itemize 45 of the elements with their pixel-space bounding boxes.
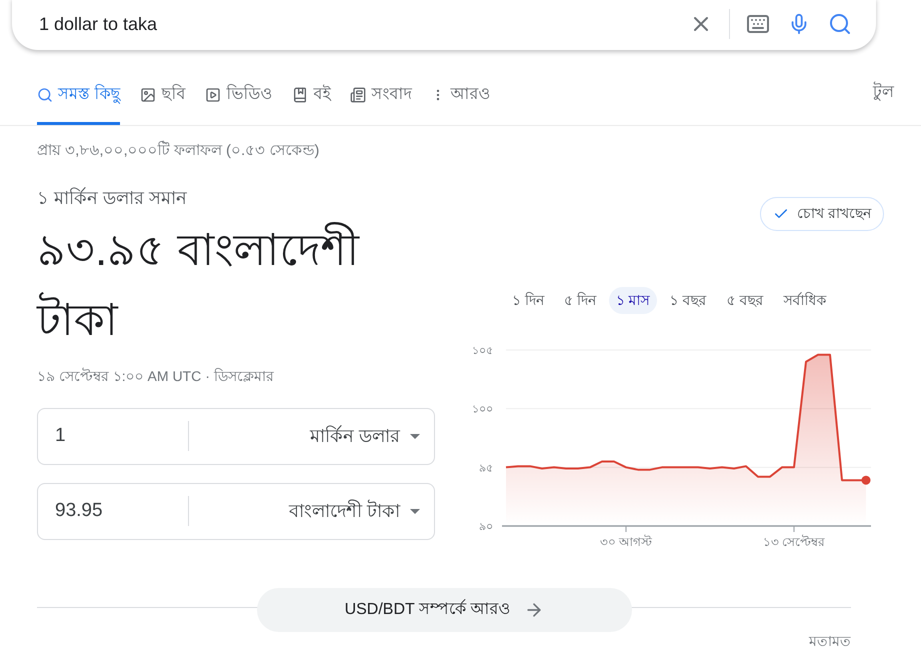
- y-axis-label: ৯০: [479, 520, 493, 532]
- amount-value[interactable]: 1: [38, 422, 188, 450]
- search-tab[interactable]: সংবাদ: [350, 79, 412, 125]
- currency-converter-field[interactable]: 93.95 বাংলাদেশী টাকা: [37, 482, 435, 540]
- separator: ·: [205, 366, 210, 386]
- search-query[interactable]: 1 dollar to taka: [39, 10, 689, 38]
- keyboard-icon[interactable]: [746, 12, 770, 36]
- book-icon: [292, 86, 308, 102]
- y-axis-label: ১০৫: [472, 344, 493, 356]
- dropdown-arrow-icon: [410, 434, 420, 438]
- range-tab[interactable]: ৫ বছর: [720, 286, 770, 314]
- newspaper-icon: [350, 86, 366, 102]
- play-icon: [205, 86, 222, 102]
- currency-converter-field[interactable]: 1 মার্কিন ডলার: [37, 408, 435, 464]
- x-axis-label: ৩০ আগস্ট: [600, 534, 652, 548]
- range-tab[interactable]: ১ দিন: [505, 286, 551, 314]
- range-tab[interactable]: ৫ দিন: [556, 286, 603, 314]
- x-axis-label: ১৩ সেপ্টেম্বর: [762, 534, 826, 548]
- currency-select[interactable]: বাংলাদেশী টাকা: [189, 498, 434, 524]
- more-about-button[interactable]: USD/BDT সম্পর্কে আরও: [257, 588, 632, 632]
- search-tab[interactable]: ভিডিও: [205, 79, 272, 125]
- search-tab[interactable]: ছবি: [140, 79, 186, 125]
- converter-subtitle: ১ মার্কিন ডলার সমান: [37, 186, 188, 210]
- search-tab[interactable]: সমস্ত কিছু: [37, 79, 120, 125]
- disclaimer-link[interactable]: ডিসক্লেমার: [214, 366, 274, 386]
- currency-select[interactable]: মার্কিন ডলার: [189, 422, 434, 450]
- timestamp: ১৯ সেপ্টেম্বর ১:০০ AM UTC: [37, 366, 202, 386]
- range-tab[interactable]: সর্বাধিক: [776, 286, 834, 314]
- current-price-dot: [862, 475, 870, 484]
- conversion-result: ৯৩.৯৫ বাংলাদেশী টাকা: [37, 216, 435, 356]
- range-tab[interactable]: ১ বছর: [662, 286, 714, 314]
- range-tab[interactable]: ১ মাস: [608, 286, 657, 314]
- dropdown-arrow-icon: [410, 508, 420, 514]
- search-icon: [37, 86, 53, 102]
- image-icon: [140, 86, 156, 102]
- search-tab[interactable]: আরও: [431, 79, 490, 125]
- search-tab[interactable]: বই: [292, 79, 330, 125]
- search-icon[interactable]: [828, 12, 852, 36]
- y-axis-label: ৯৫: [479, 462, 493, 474]
- result-stats: প্রায় ৩,৮৬,০০,০০০টি ফলাফল (০.৫৩ সেকেন্ড): [37, 140, 320, 161]
- feedback-link[interactable]: মতামত: [809, 630, 851, 652]
- amount-value[interactable]: 93.95: [38, 496, 188, 526]
- watch-button[interactable]: চোখ রাখছেন: [760, 196, 884, 230]
- y-axis-label: ১০০: [472, 403, 493, 416]
- tools-tab[interactable]: টুল: [873, 79, 894, 125]
